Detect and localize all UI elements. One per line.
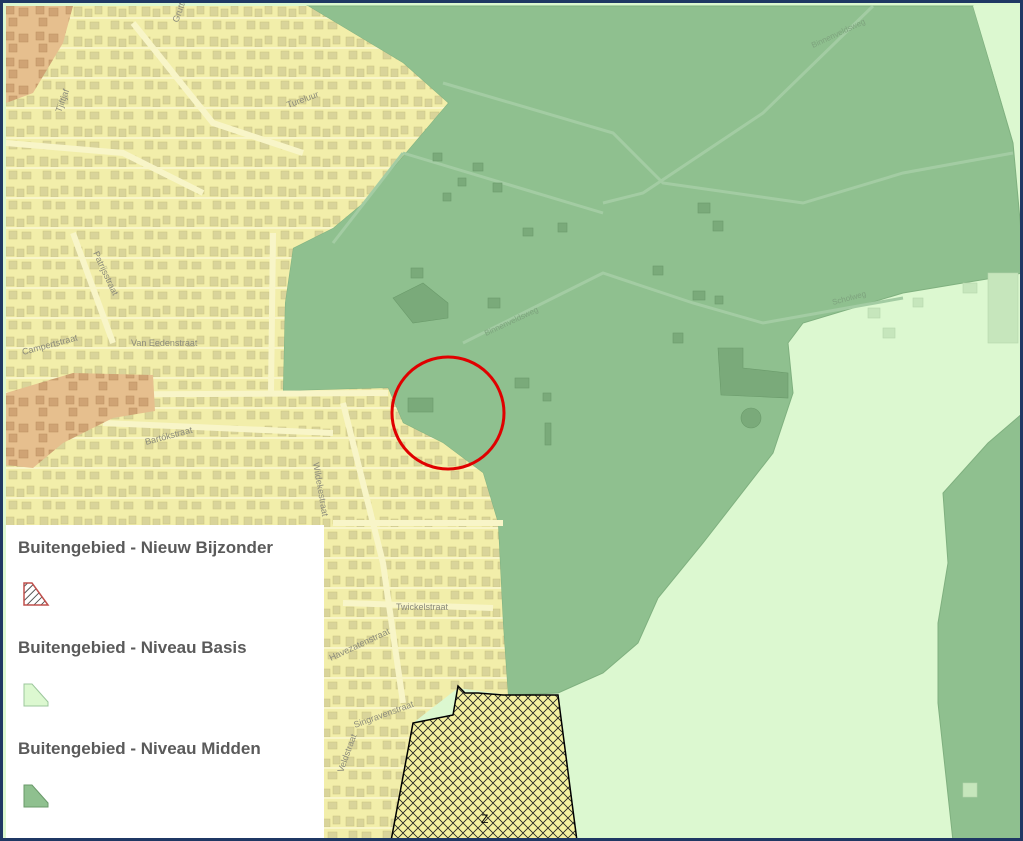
map-legend: Buitengebied - Nieuw Bijzonder Buitengeb… — [6, 525, 324, 838]
legend-label-niveau-midden: Buitengebied - Niveau Midden — [18, 739, 261, 758]
hatched-red-triangle-icon — [23, 582, 50, 606]
street-label: Twickelstraat — [396, 602, 449, 612]
legend-label-niveau-basis: Buitengebied - Niveau Basis — [18, 638, 247, 657]
map-frame: Z Tjiftjaf Grutto Tureluur Patrijsstraat… — [0, 0, 1023, 841]
street-label: Van Eedenstraat — [131, 338, 198, 348]
dark-green-polygon-icon — [23, 784, 49, 808]
hatched-area-label: Z — [481, 812, 488, 826]
light-green-polygon-icon — [23, 683, 49, 707]
legend-label-nieuw-bijzonder: Buitengebied - Nieuw Bijzonder — [18, 538, 274, 557]
